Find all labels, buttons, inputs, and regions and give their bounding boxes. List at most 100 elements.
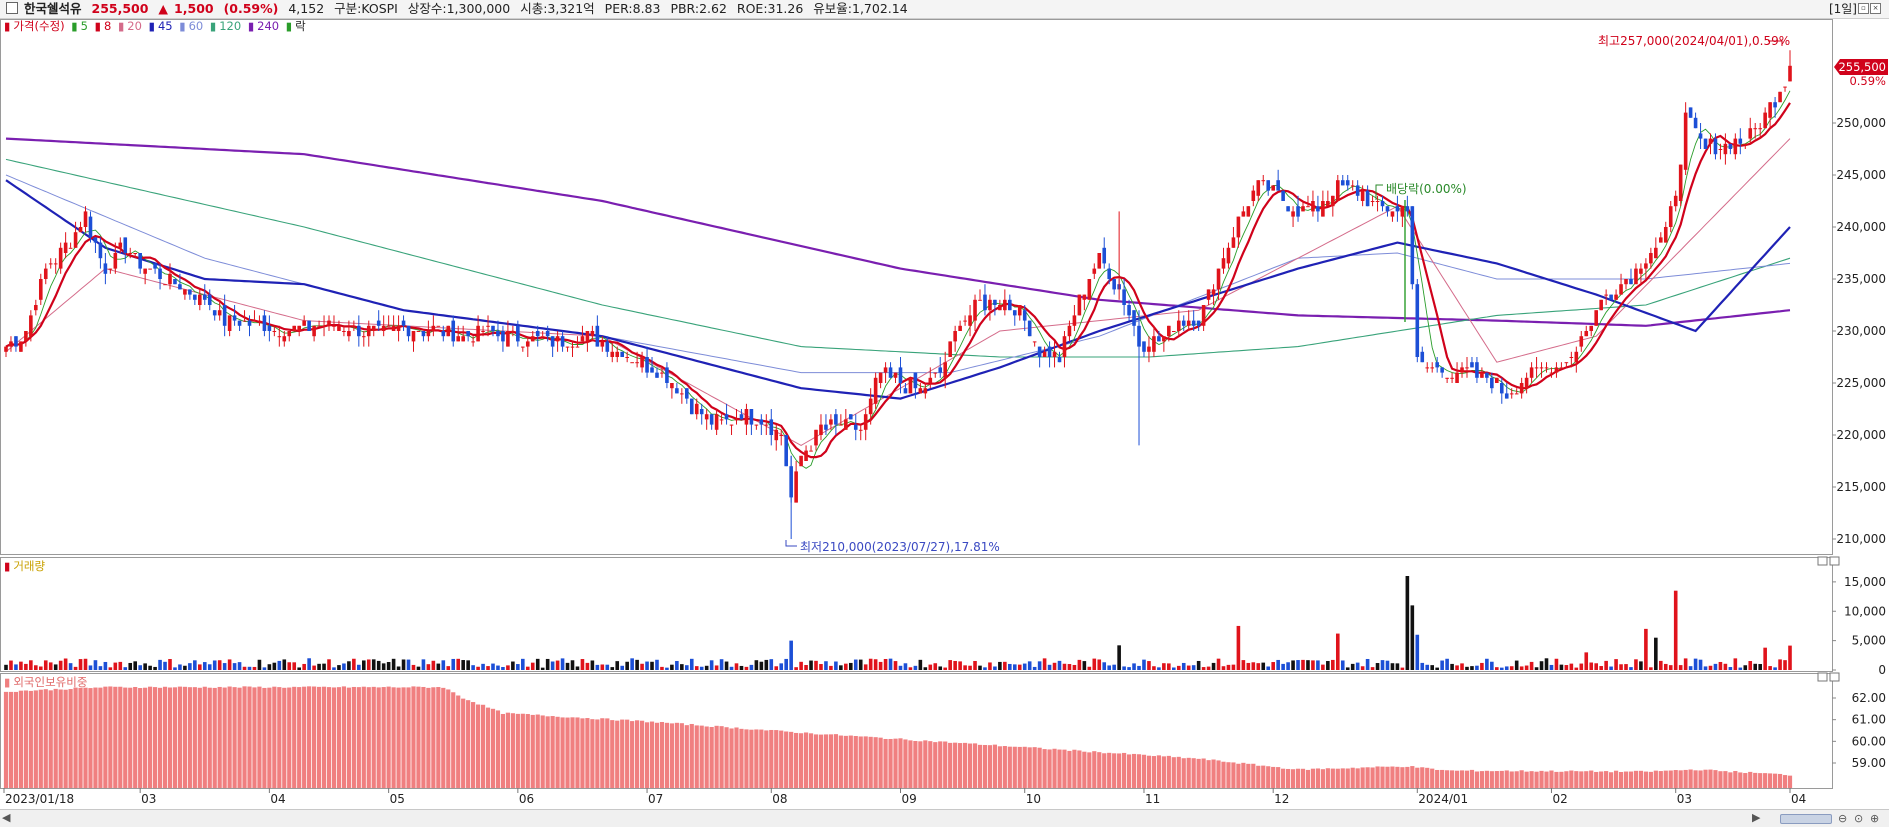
volume-bar xyxy=(670,664,674,670)
foreign-bar xyxy=(321,686,327,788)
foreign-bar xyxy=(550,716,555,788)
foreign-bar xyxy=(1454,770,1460,788)
foreign-bar xyxy=(1723,771,1728,788)
volume-bar xyxy=(347,661,351,670)
candle-body xyxy=(1584,331,1589,337)
price-y-axis: 210,000 215,000 220,000 225,000 230,000 235,0… xyxy=(1832,116,1886,546)
candle-body xyxy=(714,414,719,430)
foreign-bar xyxy=(1574,771,1579,788)
volume-bar xyxy=(1017,664,1022,670)
candle-body xyxy=(764,424,769,426)
candle-body xyxy=(262,315,267,331)
volume-bar xyxy=(1450,663,1454,670)
foreign-bar xyxy=(729,728,734,788)
volume-bar xyxy=(1584,652,1589,670)
foreign-bar xyxy=(1464,770,1470,788)
foreign-bar xyxy=(1176,756,1181,788)
legend-ma45[interactable]: 45 xyxy=(158,19,173,33)
dividend-annotation: 배당락(0.00%) xyxy=(1386,182,1467,196)
foreign-bar xyxy=(958,743,963,788)
volume-bar xyxy=(1544,658,1549,670)
legend-ma60[interactable]: 60 xyxy=(189,19,204,33)
period-selector[interactable]: [1일] xyxy=(1829,0,1857,18)
foreign-bar xyxy=(625,719,630,788)
foreign-bar xyxy=(1047,749,1052,788)
foreign-bar xyxy=(312,686,317,788)
candle-body xyxy=(575,346,580,348)
volume-bar xyxy=(103,661,108,670)
foreign-bar xyxy=(1320,769,1325,788)
select-checkbox[interactable] xyxy=(6,2,18,14)
volume-bar xyxy=(1624,664,1628,670)
candle-body xyxy=(207,294,212,305)
foreign-bar xyxy=(977,744,983,788)
volume-bar xyxy=(973,660,977,670)
candle-body xyxy=(1370,201,1375,202)
scroll-left-icon[interactable]: ◀ xyxy=(2,811,10,824)
foreign-bar xyxy=(13,691,19,788)
candle-body xyxy=(754,424,759,426)
candle-body xyxy=(1077,294,1082,316)
volume-bar xyxy=(302,663,306,670)
volume-bar xyxy=(883,658,888,670)
volume-bar xyxy=(595,664,600,670)
legend-price[interactable]: 가격(수정) xyxy=(13,19,64,33)
scroll-right-icon[interactable]: ▶ xyxy=(1752,811,1760,824)
volume-bar xyxy=(1410,605,1415,670)
foreign-bar xyxy=(878,737,883,788)
volume-bar xyxy=(1132,663,1136,670)
volume-bar xyxy=(739,665,744,670)
volume-title[interactable]: 거래량 xyxy=(13,559,45,573)
foreign-bar xyxy=(1474,771,1480,788)
foreign-bar xyxy=(1564,771,1569,788)
legend-ma20[interactable]: 20 xyxy=(127,19,142,33)
candle-body xyxy=(401,320,406,326)
foreign-bar xyxy=(1057,749,1062,788)
foreign-bar xyxy=(739,728,744,788)
foreign-close-icon[interactable] xyxy=(1829,672,1840,682)
stock-chart[interactable]: 210,000 215,000 220,000 225,000 230,000 235,0… xyxy=(0,0,1889,826)
candle-body xyxy=(451,320,456,342)
foreign-restore-icon[interactable] xyxy=(1817,672,1828,682)
legend-ma120[interactable]: 120 xyxy=(219,19,241,33)
foreign-bar xyxy=(351,686,356,788)
foreign-bar xyxy=(1315,768,1321,788)
foreign-panel-frame xyxy=(0,673,1833,789)
foreign-bar xyxy=(1102,753,1107,788)
volume-bar xyxy=(998,661,1002,670)
zoom-reset-icon[interactable]: ⊙ xyxy=(1854,812,1863,825)
scroll-thumb[interactable] xyxy=(1780,814,1832,824)
legend-ma240[interactable]: 240 xyxy=(257,19,279,33)
foreign-bar xyxy=(1305,769,1311,788)
market-type: 구분:KOSPI xyxy=(334,1,398,16)
foreign-bar xyxy=(421,686,426,788)
volume-tick-label: 15,000 xyxy=(1844,575,1886,589)
foreign-bar xyxy=(1365,767,1370,788)
x-tick-label: 2023/01/18 xyxy=(5,792,74,806)
candle-body xyxy=(202,294,207,300)
volume-bar xyxy=(1236,625,1241,670)
legend-drop[interactable]: 락 xyxy=(295,19,306,33)
candle-body xyxy=(1768,102,1772,118)
candle-body xyxy=(337,325,341,331)
candle-body xyxy=(521,346,525,348)
restore-icon[interactable]: ▫ xyxy=(1858,3,1869,14)
foreign-bar xyxy=(1569,770,1574,788)
foreign-bar xyxy=(1469,769,1475,788)
foreign-title[interactable]: 외국인보유비중 xyxy=(13,675,87,689)
volume-bar xyxy=(675,661,679,670)
candle-body xyxy=(1112,279,1116,290)
close-icon[interactable]: × xyxy=(1870,3,1881,14)
zoom-out-icon[interactable]: ⊖ xyxy=(1838,812,1847,825)
volume-close-icon[interactable] xyxy=(1829,556,1840,566)
foreign-bar xyxy=(1449,770,1455,788)
candle-body xyxy=(1057,357,1062,363)
legend-ma5[interactable]: 5 xyxy=(81,19,88,33)
foreign-bar xyxy=(1479,771,1484,788)
legend-ma8[interactable]: 8 xyxy=(104,19,111,33)
zoom-in-icon[interactable]: ⊕ xyxy=(1870,812,1879,825)
volume-bar xyxy=(1639,661,1643,670)
candle-body xyxy=(14,336,18,347)
volume-restore-icon[interactable] xyxy=(1817,556,1828,566)
candle-body xyxy=(540,336,545,338)
